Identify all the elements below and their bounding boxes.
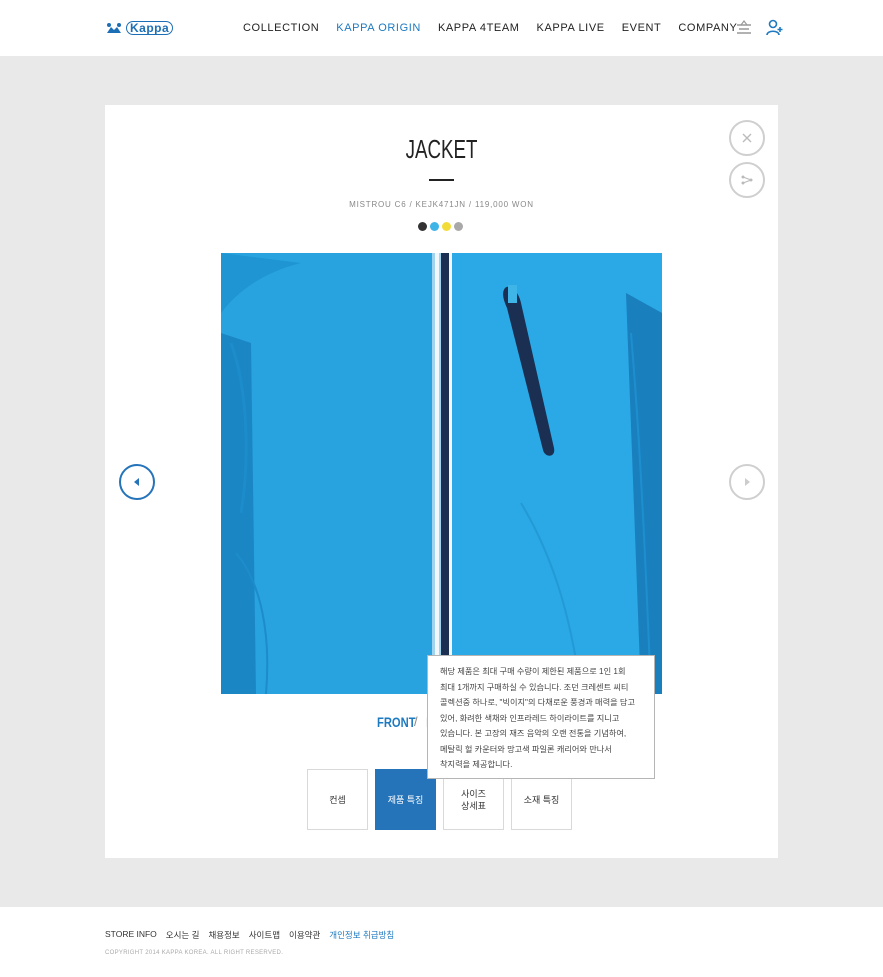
nav-item-kappa-4team[interactable]: KAPPA 4TEAM [438,22,520,34]
next-button[interactable] [729,464,765,500]
detail-tab-label: 소재 특징 [523,794,560,805]
nav-item-kappa-origin[interactable]: KAPPA ORIGIN [336,22,421,34]
color-swatches [418,222,463,231]
footer-link[interactable]: 이용약관 [289,929,320,941]
tooltip-line: 메탈릭 헐 카운터와 망고색 파일론 캐리어와 만나서 [440,744,612,754]
detail-tab[interactable]: 컨셉 [307,769,368,830]
close-icon [742,133,752,143]
footer-link[interactable]: 사이트맵 [249,929,280,941]
tooltip-line: 착지력을 제공합니다. [440,760,513,769]
product-title: JACKET [405,134,478,164]
prev-button[interactable] [119,464,155,500]
share-icon [741,175,753,185]
footer-link[interactable]: 개인정보 취급방침 [329,929,394,941]
close-button[interactable] [729,120,765,156]
color-swatch[interactable] [442,222,451,231]
user-add-icon[interactable] [764,18,784,38]
view-front-label[interactable]: FRONT [377,714,416,730]
footer-links: STORE INFO 오시는 길 채용정보 사이트맵 이용약관 개인정보 취급방침 [105,929,394,941]
color-swatch[interactable] [454,222,463,231]
tooltip-line: 있어, 화려한 색채와 인프라레드 하이라이트를 지니고 [440,713,620,723]
footer-link[interactable]: 채용정보 [208,929,239,941]
tooltip-line: 있습니다. 본 고장의 재즈 음악의 오랜 전통을 기념하여, [440,729,627,738]
color-swatch[interactable] [430,222,439,231]
detail-tab-label: 컨셉 [329,794,346,805]
color-swatch[interactable] [418,222,427,231]
menu-lines-icon[interactable] [734,18,754,38]
product-panel: JACKET MISTROU C6 / KEJK471JN / 119,000 … [105,105,778,858]
main-nav: COLLECTION KAPPA ORIGIN KAPPA 4TEAM KAPPA L… [243,22,737,34]
arrow-right-icon [745,478,750,486]
kappa-omini-icon [107,23,121,33]
logo-wordmark: Kappa [126,21,174,35]
detail-tab-label: 제품 특징 [387,794,424,805]
nav-item-kappa-live[interactable]: KAPPA LIVE [537,22,605,34]
jacket-illustration [221,253,662,694]
site-header: Kappa COLLECTION KAPPA ORIGIN KAPPA 4TEAM K… [0,0,883,56]
arrow-left-icon [134,478,139,486]
title-divider [429,179,454,181]
site-footer: STORE INFO 오시는 길 채용정보 사이트맵 이용약관 개인정보 취급방침 COP… [0,907,883,977]
copyright-text: COPYRIGHT 2014 KAPPA KOREA. ALL RIGHT RE… [105,950,284,956]
product-meta: MISTROU C6 / KEJK471JN / 119,000 WON [349,200,534,209]
share-button[interactable] [729,162,765,198]
footer-link[interactable]: STORE INFO [105,929,157,941]
footer-link[interactable]: 오시는 길 [166,929,200,941]
tooltip-line: 해당 제품은 최대 구매 수량이 제한된 제품으로 1인 1회 [440,667,626,676]
header-icons [734,18,784,38]
view-separator: / [414,714,418,729]
nav-item-event[interactable]: EVENT [622,22,662,34]
product-feature-tooltip: 해당 제품은 최대 구매 수량이 제한된 제품으로 1인 1회최대 1개까지 구… [427,655,655,779]
detail-tab-label: 사이즈 상세표 [461,788,486,811]
nav-item-collection[interactable]: COLLECTION [243,22,319,34]
tooltip-line: 콜렉션중 하나로, "빅이지"의 다채로운 풍경과 매력을 담고 [440,698,635,707]
product-image [221,253,662,694]
tooltip-line: 최대 1개까지 구매하실 수 있습니다. 조던 크레센트 씨티 [440,682,629,692]
nav-item-company[interactable]: COMPANY [678,22,737,34]
kappa-logo[interactable]: Kappa [105,20,187,36]
